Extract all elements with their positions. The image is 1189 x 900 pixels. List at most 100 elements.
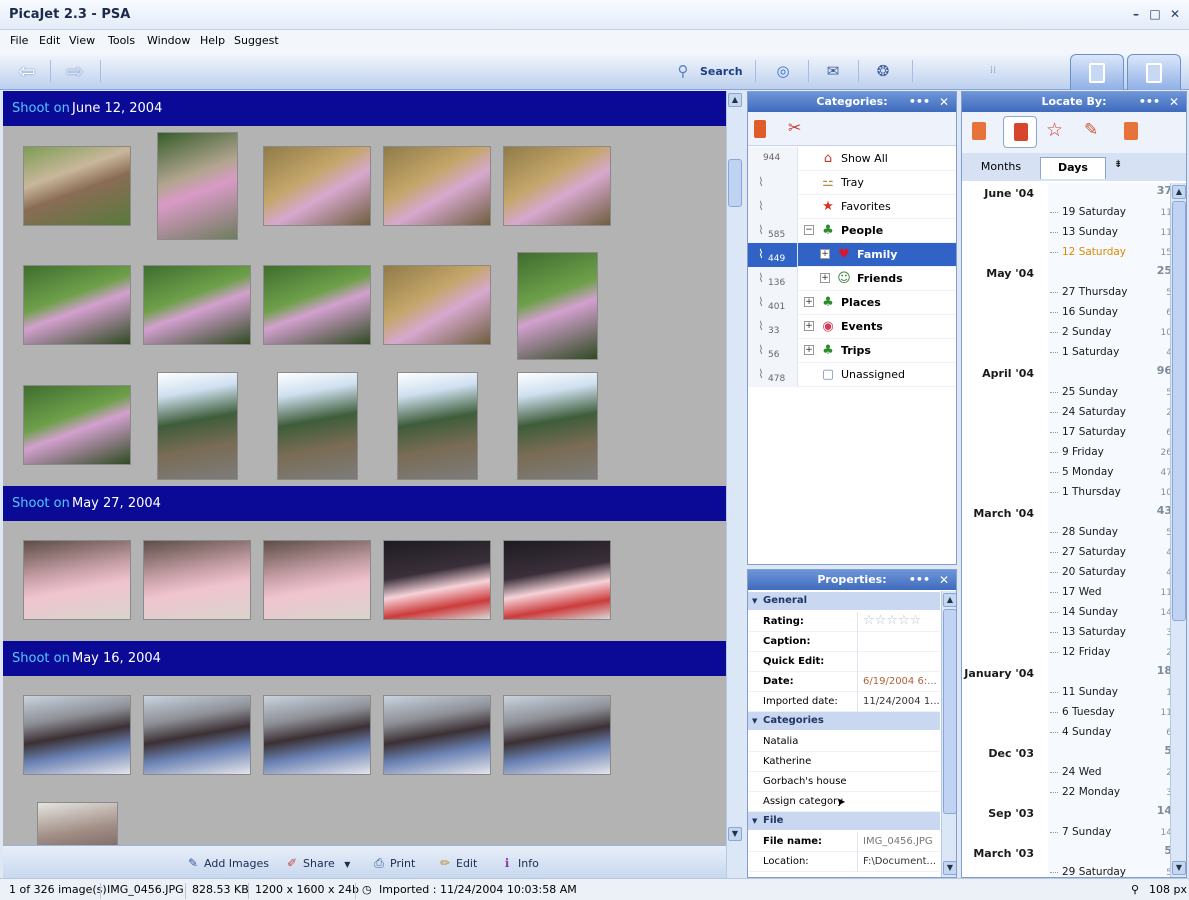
category-row-tray[interactable]: ⌇ ⚍ Tray <box>748 171 956 195</box>
menu-view[interactable]: View <box>69 34 95 47</box>
minimize-button[interactable]: – <box>1128 6 1144 22</box>
photo-thumbnail[interactable] <box>23 540 131 620</box>
expand-icon[interactable]: + <box>820 273 830 283</box>
photo-thumbnail[interactable] <box>503 695 611 775</box>
expand-icon[interactable]: + <box>804 297 814 307</box>
photo-thumbnail[interactable] <box>517 252 598 360</box>
more-icon[interactable]: ••• <box>1139 92 1160 112</box>
menu-tools[interactable]: Tools <box>108 34 135 47</box>
scroll-down-arrow-icon[interactable]: ▼ <box>1172 861 1186 875</box>
scroll-thumb[interactable] <box>1172 201 1186 621</box>
day-item[interactable]: 12 Friday <box>1050 646 1111 658</box>
category-row-family[interactable]: ⌇ 449 + ♥ Family <box>748 243 956 267</box>
collapse-icon[interactable]: − <box>804 225 814 235</box>
categories-section[interactable]: Categories <box>748 712 940 730</box>
day-item[interactable]: 11 Sunday <box>1050 686 1118 698</box>
category-row-trips[interactable]: ⌇ 56 + ♣ Trips <box>748 339 956 363</box>
photo-thumbnail[interactable] <box>383 695 491 775</box>
day-item[interactable]: 22 Monday <box>1049 786 1120 798</box>
close-button[interactable]: ✕ <box>1167 6 1183 22</box>
category-locate-icon[interactable] <box>972 122 986 140</box>
scroll-up-arrow-icon[interactable]: ▲ <box>728 93 742 107</box>
day-item[interactable]: 24 Saturday <box>1049 406 1126 418</box>
photo-thumbnail[interactable] <box>23 265 131 345</box>
scroll-down-arrow-icon[interactable]: ▼ <box>943 861 956 875</box>
menu-suggest[interactable]: Suggest <box>234 34 279 47</box>
photo-thumbnail[interactable] <box>263 695 371 775</box>
assign-category-link[interactable]: Assign category <box>763 796 843 807</box>
scroll-down-arrow-icon[interactable]: ▼ <box>728 827 742 841</box>
disc-burn-icon[interactable]: ◎ <box>770 58 796 84</box>
close-icon[interactable]: ✕ <box>1169 92 1179 112</box>
share-button[interactable]: ✐ Share ▼ <box>284 856 350 870</box>
scissors-icon[interactable]: ✂ <box>788 118 801 137</box>
grip-icon[interactable]: ⁞⁞ <box>980 58 1006 84</box>
photo-thumbnail[interactable] <box>263 265 371 345</box>
photo-thumbnail[interactable] <box>23 695 131 775</box>
day-item[interactable]: 16 Sunday <box>1050 306 1118 318</box>
sort-toggle-icon[interactable]: ⇟ <box>1114 159 1122 170</box>
tab-months[interactable]: Months <box>968 157 1034 179</box>
category-row-events[interactable]: ⌇ 33 + ◉ Events <box>748 315 956 339</box>
day-item[interactable]: 27 Thursday <box>1050 286 1128 298</box>
menu-window[interactable]: Window <box>147 34 190 47</box>
photo-thumbnail[interactable] <box>397 372 478 480</box>
rating-stars[interactable]: ☆☆☆☆☆ <box>857 612 940 632</box>
day-item[interactable]: 1 Saturday <box>1049 346 1119 358</box>
menu-file[interactable]: File <box>10 34 28 47</box>
chevron-down-icon[interactable]: ▼ <box>344 860 350 869</box>
more-icon[interactable]: ••• <box>909 92 930 112</box>
close-icon[interactable]: ✕ <box>939 570 949 590</box>
category-row-people[interactable]: ⌇ 585 − ♣ People <box>748 219 956 243</box>
back-arrow-icon[interactable]: ⇦ <box>14 60 40 82</box>
photo-thumbnail[interactable] <box>157 372 238 480</box>
category-row-unassigned[interactable]: ⌇ 478 ▢ Unassigned <box>748 363 956 387</box>
photo-thumbnail[interactable] <box>263 146 371 226</box>
tab-days[interactable]: Days <box>1040 157 1106 179</box>
new-category-icon[interactable] <box>754 120 766 138</box>
photo-thumbnail[interactable] <box>383 540 491 620</box>
photo-thumbnail[interactable] <box>23 385 131 465</box>
expand-icon[interactable]: + <box>820 249 830 259</box>
print-button[interactable]: ⎙ Print <box>371 856 415 871</box>
close-icon[interactable]: ✕ <box>939 92 949 112</box>
date-value[interactable]: 6/19/2004 6:... <box>857 672 940 692</box>
category-row-show-all[interactable]: 944 ⌂ Show All <box>748 147 956 171</box>
quick-edit-value[interactable] <box>857 652 940 672</box>
search-button[interactable]: Search <box>700 65 743 78</box>
day-item[interactable]: 13 Sunday <box>1050 226 1118 238</box>
month-label[interactable]: Sep '03 <box>962 807 1034 820</box>
day-item[interactable]: 2 Sunday <box>1049 326 1111 338</box>
day-item[interactable]: 4 Sunday <box>1049 726 1111 738</box>
add-images-button[interactable]: ✎ Add Images <box>185 856 269 870</box>
photo-thumbnail[interactable] <box>143 695 251 775</box>
day-item[interactable]: 7 Sunday <box>1049 826 1111 838</box>
day-item[interactable]: 19 Saturday <box>1049 206 1126 218</box>
star-icon[interactable]: ☆ <box>1046 119 1063 141</box>
day-item[interactable]: 25 Sunday <box>1050 386 1118 398</box>
day-item[interactable]: 27 Saturday <box>1049 546 1126 558</box>
pen-icon[interactable]: ✎ <box>1084 120 1098 140</box>
day-item[interactable]: 13 Saturday <box>1049 626 1126 638</box>
photo-thumbnail[interactable] <box>143 265 251 345</box>
photo-thumbnail[interactable] <box>383 265 491 345</box>
month-label[interactable]: June '04 <box>962 187 1034 200</box>
day-item[interactable]: 9 Friday <box>1050 446 1104 458</box>
properties-scrollbar[interactable]: ▲ ▼ <box>941 591 956 877</box>
day-item[interactable]: 28 Sunday <box>1050 526 1118 538</box>
month-label[interactable]: March '04 <box>962 507 1034 520</box>
category-row-favorites[interactable]: ⌇ ★ Favorites <box>748 195 956 219</box>
layout-tab-2[interactable] <box>1127 54 1181 90</box>
slideshow-icon[interactable]: ❂ <box>870 58 896 84</box>
photo-thumbnail[interactable] <box>143 540 251 620</box>
edit-button[interactable]: ✏ Edit <box>437 856 477 870</box>
locate-scrollbar[interactable]: ▲ ▼ <box>1170 183 1186 877</box>
assign-category-row[interactable]: Assign category ▶ <box>748 792 940 812</box>
email-icon[interactable]: ✉ <box>820 58 846 84</box>
file-section[interactable]: File <box>748 812 940 830</box>
photo-thumbnail[interactable] <box>263 540 371 620</box>
month-label[interactable]: April '04 <box>962 367 1034 380</box>
search-icon[interactable]: ⚲ <box>670 58 696 84</box>
scroll-thumb[interactable] <box>943 609 956 814</box>
day-item[interactable]: 1 Thursday <box>1050 486 1121 498</box>
